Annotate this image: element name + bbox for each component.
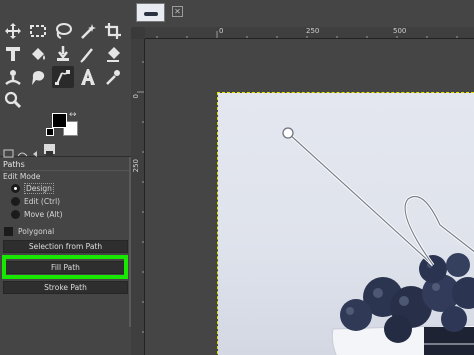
tool-options-tab-icon[interactable] [3, 144, 14, 158]
stroke-path-button[interactable]: Stroke Path [3, 281, 128, 294]
text-transform-tool-icon[interactable] [2, 43, 24, 65]
toolbox: ↔ Paths Edit Mode Design Edit (Ctrl) Mov… [0, 0, 131, 355]
image-canvas[interactable] [218, 93, 474, 355]
smudge-tool-icon[interactable] [27, 66, 49, 88]
dock-tabs [0, 143, 131, 158]
edit-mode-label: Edit Mode [3, 172, 41, 181]
paths-tool-icon[interactable] [52, 66, 74, 88]
horizontal-ruler[interactable]: 0 250 500 [145, 27, 474, 39]
text-tool-icon[interactable] [77, 66, 99, 88]
path-anchor-point[interactable] [282, 127, 294, 139]
zoom-tool-icon[interactable] [2, 89, 24, 111]
mode-move-option[interactable]: Move (Alt) [11, 208, 63, 220]
images-tab-icon[interactable] [44, 144, 55, 157]
paths-panel-title: Paths [3, 160, 25, 169]
radio-button[interactable] [11, 183, 20, 193]
move-tool-icon[interactable] [2, 20, 24, 42]
reset-colors-icon[interactable] [46, 128, 54, 136]
ruler-label: 250 [306, 27, 320, 35]
polygonal-checkbox[interactable] [4, 226, 13, 236]
paintbrush-tool-icon[interactable] [52, 43, 74, 65]
selection-from-path-button[interactable]: Selection from Path [3, 240, 128, 253]
vertical-ruler[interactable]: 0 250 [131, 39, 145, 355]
undo-history-tab-icon[interactable] [31, 144, 42, 157]
mode-label: Design [24, 182, 54, 194]
device-status-tab-icon[interactable] [17, 144, 28, 157]
free-select-tool-icon[interactable] [52, 20, 74, 42]
ruler-label: 0 [219, 27, 224, 35]
rect-select-tool-icon[interactable] [27, 20, 49, 42]
canvas-area[interactable] [146, 40, 474, 355]
swap-colors-icon[interactable]: ↔ [69, 111, 77, 120]
radio-button[interactable] [11, 196, 20, 206]
panel-separator [2, 170, 129, 171]
mode-label: Edit (Ctrl) [24, 196, 61, 206]
crop-tool-icon[interactable] [102, 20, 124, 42]
image-tab-thumbnail[interactable] [136, 3, 165, 22]
mode-label: Move (Alt) [24, 209, 63, 219]
polygonal-option[interactable]: Polygonal [4, 225, 54, 237]
radio-button[interactable] [11, 209, 20, 219]
close-icon[interactable]: ✕ [172, 6, 183, 17]
mode-design-option[interactable]: Design [11, 182, 54, 194]
fuzzy-select-tool-icon[interactable] [77, 20, 99, 42]
ruler-label: 250 [132, 159, 140, 173]
foreground-color-swatch[interactable] [52, 113, 67, 128]
ruler-corner [131, 27, 145, 39]
color-picker-tool-icon[interactable] [102, 66, 124, 88]
ruler-label: 500 [393, 27, 407, 35]
eraser-alt-tool-icon[interactable] [102, 43, 124, 65]
mode-edit-option[interactable]: Edit (Ctrl) [11, 195, 60, 207]
clone-tool-icon[interactable] [2, 66, 24, 88]
eraser-tool-icon[interactable] [77, 43, 99, 65]
bucket-fill-tool-icon[interactable] [27, 43, 49, 65]
fill-path-highlight [2, 255, 128, 279]
ruler-label: 0 [132, 94, 140, 99]
polygonal-label: Polygonal [18, 226, 55, 236]
